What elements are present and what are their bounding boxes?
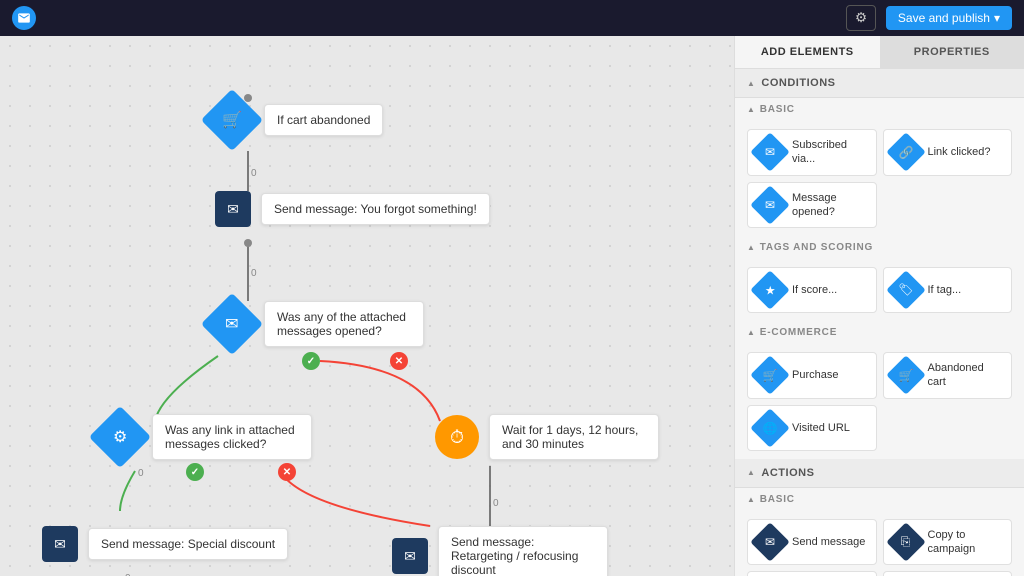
sidebar: ADD ELEMENTS PROPERTIES ▲ CONDITIONS ▲ B… — [734, 36, 1024, 576]
save-publish-button[interactable]: Save and publish ▾ — [886, 6, 1012, 30]
conditions-header[interactable]: ▲ CONDITIONS — [735, 69, 1024, 98]
logo — [12, 6, 36, 30]
node-message-opened[interactable]: ✉ Was any of the attached messages opene… — [210, 301, 424, 347]
badge-red-n3: ✕ — [390, 352, 408, 370]
conditions-ecommerce-header: ▲ E-COMMERCE — [735, 321, 1024, 344]
chevron-down-icon-actions: ▲ — [747, 468, 755, 477]
actions-header[interactable]: ▲ ACTIONS — [735, 459, 1024, 488]
node-wait[interactable]: ⏱ Wait for 1 days, 12 hours, and 30 minu… — [435, 414, 659, 460]
link-clicked-element[interactable]: 🔗 Link clicked? — [883, 129, 1013, 176]
node-link-clicked[interactable]: ⚙ Was any link in attached messages clic… — [98, 414, 312, 460]
if-score-element[interactable]: ★ If score... — [747, 267, 877, 313]
gear-button[interactable]: ⚙ — [846, 5, 876, 31]
chevron-down-icon: ▲ — [747, 79, 755, 88]
topbar: ⚙ Save and publish ▾ — [0, 0, 1024, 36]
copy-to-campaign-element[interactable]: ⎘ Copy to campaign — [883, 519, 1013, 566]
conditions-basic-header: ▲ BASIC — [735, 98, 1024, 121]
node-send-message-1[interactable]: ✉ Send message: You forgot something! — [215, 191, 490, 227]
badge-green-n3: ✓ — [302, 352, 320, 370]
if-tag-element[interactable]: 🏷 If tag... — [883, 267, 1013, 313]
conditions-section: ▲ CONDITIONS ▲ BASIC ✉ Subscribed via...… — [735, 69, 1024, 459]
node-if-cart-abandoned[interactable]: 🛒 If cart abandoned — [210, 98, 383, 142]
svg-text:0: 0 — [251, 168, 257, 179]
svg-text:0: 0 — [251, 268, 257, 279]
main-area: 0 0 0 0 0 0 0 — [0, 36, 1024, 576]
conditions-ecommerce-grid: 🛒 Purchase 🛒 Abandoned cart 🌐 Visited UR… — [735, 344, 1024, 459]
conditions-basic-grid: ✉ Subscribed via... 🔗 Link clicked? ✉ Me… — [735, 121, 1024, 236]
actions-basic-grid: ✉ Send message ⎘ Copy to campaign ↗ Move… — [735, 511, 1024, 576]
sidebar-tabs: ADD ELEMENTS PROPERTIES — [735, 36, 1024, 69]
badge-green-n4: ✓ — [186, 463, 204, 481]
custom-field-element[interactable]: 👤 Custom field — [883, 571, 1013, 576]
node-send-message-2[interactable]: ✉ Send message: Special discount — [42, 526, 288, 562]
actions-section: ▲ ACTIONS ▲ BASIC ✉ Send message ⎘ Copy … — [735, 459, 1024, 576]
abandoned-cart-element[interactable]: 🛒 Abandoned cart — [883, 352, 1013, 399]
send-message-element[interactable]: ✉ Send message — [747, 519, 877, 566]
canvas[interactable]: 0 0 0 0 0 0 0 — [0, 36, 734, 576]
move-to-campaign-element[interactable]: ↗ Move to campaign — [747, 571, 877, 576]
node-send-message-3[interactable]: ✉ Send message: Retargeting / refocusing… — [392, 526, 608, 576]
tab-add-elements[interactable]: ADD ELEMENTS — [735, 36, 880, 68]
subscribed-via-element[interactable]: ✉ Subscribed via... — [747, 129, 877, 176]
tab-properties[interactable]: PROPERTIES — [880, 36, 1024, 68]
actions-basic-header: ▲ BASIC — [735, 488, 1024, 511]
visited-url-element[interactable]: 🌐 Visited URL — [747, 405, 877, 451]
badge-red-n4: ✕ — [278, 463, 296, 481]
purchase-element[interactable]: 🛒 Purchase — [747, 352, 877, 399]
conditions-tags-header: ▲ TAGS AND SCORING — [735, 236, 1024, 259]
message-opened-element[interactable]: ✉ Message opened? — [747, 182, 877, 229]
topbar-right: ⚙ Save and publish ▾ — [846, 5, 1012, 31]
conditions-tags-grid: ★ If score... 🏷 If tag... — [735, 259, 1024, 321]
svg-text:0: 0 — [138, 468, 144, 479]
svg-text:0: 0 — [493, 498, 499, 509]
